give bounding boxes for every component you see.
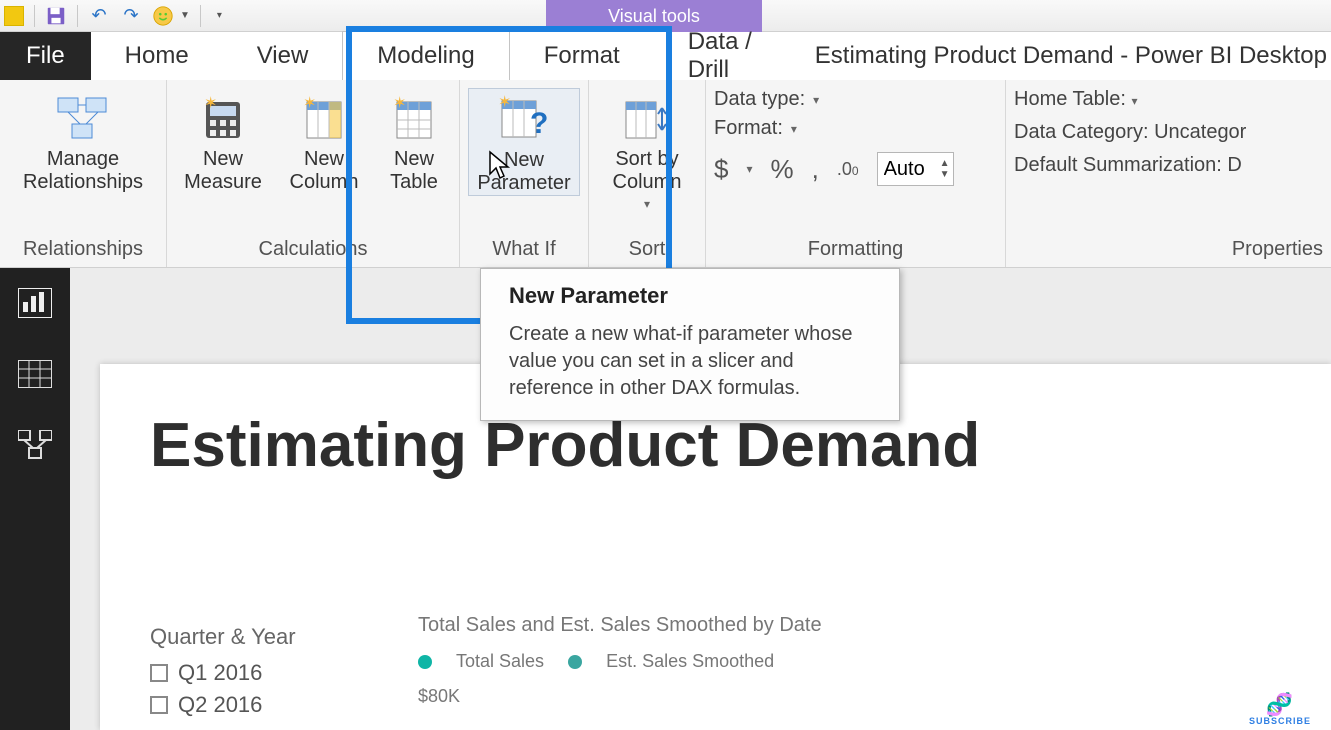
sort-by-column-button[interactable]: Sort by Column ▾ [597,88,697,212]
svg-text:✶: ✶ [204,95,217,112]
slicer-option-label: Q1 2016 [178,660,262,686]
currency-button[interactable]: $ [714,154,728,185]
legend-item-label: Total Sales [456,651,544,672]
chevron-down-icon: ▾ [644,198,650,212]
ribbon-group-formatting: Data type: ▾ Format: ▾ $ ▾ % , .00 ▲▼ [706,80,1006,267]
checkbox-icon[interactable] [150,696,168,714]
legend-item-label: Est. Sales Smoothed [606,651,774,672]
group-label-calculations: Calculations [175,234,451,267]
dna-icon: 🧬 [1249,694,1311,716]
manage-relationships-button[interactable]: Manage Relationships [8,88,158,194]
tab-home[interactable]: Home [91,32,223,80]
group-label-properties: Properties [1014,234,1323,267]
relationships-icon [56,92,110,144]
new-parameter-tooltip: New Parameter Create a new what-if param… [480,268,900,421]
checkbox-icon[interactable] [150,664,168,682]
report-view-icon[interactable] [18,288,52,318]
new-table-icon: ✶ [391,92,437,144]
chevron-down-icon[interactable]: ▾ [813,93,819,107]
subscribe-label: SUBSCRIBE [1249,716,1311,726]
new-column-label: New Column [290,148,359,194]
tooltip-title: New Parameter [509,283,879,309]
undo-icon[interactable]: ↶ [88,5,110,27]
powerbi-logo-icon [4,6,24,26]
ribbon-group-sort: Sort by Column ▾ Sort [589,80,706,267]
sort-icon [622,92,672,144]
save-icon[interactable] [45,5,67,27]
svg-text:✶: ✶ [303,95,316,112]
slicer-title: Quarter & Year [150,624,296,650]
legend-swatch-icon [568,655,582,669]
data-type-label: Data type: [714,88,805,111]
group-label-formatting: Formatting [714,234,997,267]
slicer-option[interactable]: Q2 2016 [150,692,296,718]
new-measure-label: New Measure [184,148,262,194]
smiley-icon[interactable] [152,5,174,27]
new-parameter-icon: ✶? [496,93,552,145]
legend-swatch-icon [418,655,432,669]
chevron-down-icon[interactable]: ▾ [746,162,752,176]
smiley-dropdown-icon[interactable]: ▼ [180,10,190,21]
chart-legend: Total Sales Est. Sales Smoothed [418,651,822,672]
data-category-label: Data Category: Uncategor [1014,121,1246,143]
group-label-relationships: Relationships [8,234,158,267]
new-column-icon: ✶ [301,92,347,144]
subscribe-badge[interactable]: 🧬 SUBSCRIBE [1249,694,1311,726]
decimal-places-stepper[interactable]: ▲▼ [877,152,955,186]
new-measure-icon: ✶ [200,92,246,144]
new-measure-button[interactable]: ✶ New Measure [175,88,271,194]
y-axis-tick: $80K [418,686,822,707]
default-summarization-label: Default Summarization: D [1014,154,1242,176]
tab-format[interactable]: Format [510,32,654,80]
chart-title: Total Sales and Est. Sales Smoothed by D… [418,614,822,637]
quarter-year-slicer[interactable]: Quarter & Year Q1 2016 Q2 2016 [150,624,296,724]
tab-file[interactable]: File [0,32,91,80]
tab-view[interactable]: View [223,32,343,80]
redo-icon[interactable]: ↷ [120,5,142,27]
tooltip-body: Create a new what-if parameter whose val… [509,321,879,402]
slicer-option[interactable]: Q1 2016 [150,660,296,686]
chevron-down-icon[interactable]: ▾ [1131,94,1137,108]
group-label-whatif: What If [468,234,580,267]
new-table-button[interactable]: ✶ New Table [377,88,451,194]
svg-text:?: ? [530,107,548,140]
group-label-sort: Sort [597,234,697,267]
new-table-label: New Table [390,148,438,194]
ribbon-group-properties: Home Table: ▾ Data Category: Uncategor D… [1006,80,1331,267]
ribbon-tabs: File Home View Modeling Format Data / Dr… [0,32,1331,80]
slicer-option-label: Q2 2016 [178,692,262,718]
tab-data-drill[interactable]: Data / Drill [654,32,815,80]
sort-by-column-label: Sort by Column [613,148,682,194]
new-parameter-label: New Parameter [477,149,570,195]
tab-modeling[interactable]: Modeling [342,31,509,80]
ribbon-group-relationships: Manage Relationships Relationships [0,80,167,267]
new-parameter-button[interactable]: ✶? New Parameter [468,88,580,196]
left-view-switcher [0,268,70,730]
qat-customize-icon[interactable]: ▾ [217,10,222,21]
chevron-down-icon[interactable]: ▾ [791,122,797,136]
document-title: Estimating Product Demand - Power BI Des… [815,32,1331,80]
percent-button[interactable]: % [771,154,794,185]
svg-text:✶: ✶ [498,94,511,111]
decimal-places-input[interactable] [878,158,936,181]
sales-chart[interactable]: Total Sales and Est. Sales Smoothed by D… [418,614,822,707]
svg-text:✶: ✶ [393,95,406,112]
manage-relationships-label: Manage Relationships [23,148,143,194]
new-column-button[interactable]: ✶ New Column [281,88,367,194]
home-table-label: Home Table: [1014,88,1126,110]
format-label: Format: [714,117,783,140]
data-view-icon[interactable] [18,360,52,388]
ribbon-group-whatif: ✶? New Parameter What If [460,80,589,267]
model-view-icon[interactable] [18,430,52,460]
ribbon-group-calculations: ✶ New Measure ✶ New Column ✶ New Table C… [167,80,460,267]
thousands-button[interactable]: , [812,154,819,185]
ribbon: Manage Relationships Relationships ✶ New… [0,80,1331,268]
decimal-places-icon: .00 [837,159,859,180]
